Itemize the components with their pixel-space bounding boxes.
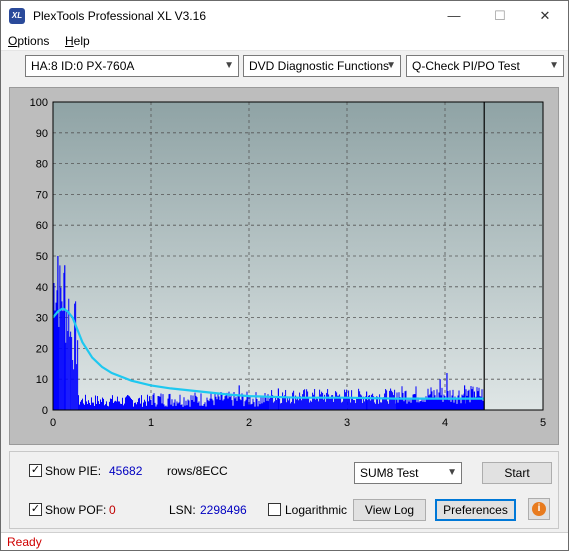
app-logo-icon: XL [9, 8, 25, 24]
x-tick-label: 4 [442, 417, 448, 429]
y-tick-label: 30 [36, 313, 48, 325]
view-log-button[interactable]: View Log [353, 499, 426, 521]
test-type-select[interactable]: Q-Check PI/PO Test ▼ [406, 55, 564, 77]
lsn-value: 2298496 [200, 503, 247, 517]
status-text: Ready [7, 535, 42, 549]
drive-select[interactable]: HA:8 ID:0 PX-760A ▼ [25, 55, 239, 77]
window-title: PlexTools Professional XL V3.16 [33, 9, 206, 23]
x-tick-label: 2 [246, 417, 252, 429]
close-icon[interactable]: ✕ [522, 1, 568, 31]
y-tick-label: 20 [36, 343, 48, 355]
maximize-icon[interactable]: ☐ [477, 1, 523, 31]
menu-help-label: elp [73, 34, 90, 48]
y-tick-label: 40 [36, 282, 48, 294]
menu-options-label: ptions [17, 34, 50, 48]
function-select-value: DVD Diagnostic Functions [249, 59, 390, 73]
minimize-icon[interactable]: — [431, 1, 477, 31]
y-tick-label: 0 [42, 405, 48, 417]
menu-options-accel: O [8, 34, 18, 48]
x-tick-label: 1 [148, 417, 154, 429]
pof-count-value: 0 [109, 503, 116, 517]
y-tick-label: 70 [36, 189, 48, 201]
rows-unit-label: rows/8ECC [167, 464, 228, 478]
show-pie-label: Show PIE: [45, 464, 102, 478]
y-tick-label: 90 [36, 128, 48, 140]
sum8-test-select-value: SUM8 Test [360, 466, 419, 480]
title-bar[interactable]: XL PlexTools Professional XL V3.16 — ☐ ✕ [1, 1, 568, 31]
preferences-button[interactable]: Preferences [435, 499, 516, 521]
start-button[interactable]: Start [482, 462, 552, 484]
y-tick-label: 60 [36, 220, 48, 232]
x-tick-label: 5 [540, 417, 546, 429]
info-icon: i [532, 502, 546, 516]
info-button[interactable]: i [528, 498, 550, 520]
menu-options[interactable]: Options [8, 34, 49, 48]
logarithmic-label: Logarithmic [285, 503, 348, 517]
show-pof-checkbox[interactable]: ✓ [29, 503, 42, 516]
controls-panel: ✓ Show PIE: 45682 rows/8ECC ✓ Show POF: … [9, 451, 559, 529]
drive-select-value: HA:8 ID:0 PX-760A [31, 59, 135, 73]
lsn-label: LSN: [169, 503, 196, 517]
app-window: XL PlexTools Professional XL V3.16 — ☐ ✕… [0, 0, 569, 551]
x-tick-label: 3 [344, 417, 350, 429]
test-type-select-value: Q-Check PI/PO Test [412, 59, 520, 73]
logarithmic-checkbox[interactable] [268, 503, 281, 516]
y-tick-label: 10 [36, 374, 48, 386]
show-pie-checkbox[interactable]: ✓ [29, 464, 42, 477]
chevron-down-icon: ▼ [549, 60, 559, 71]
x-tick-label: 0 [50, 417, 56, 429]
pi-po-chart: 0 10 20 30 40 50 60 70 80 90 100 0 1 2 3 4 5 [9, 87, 559, 445]
menu-help-accel: H [65, 34, 74, 48]
function-select[interactable]: DVD Diagnostic Functions ▼ [243, 55, 401, 77]
chevron-down-icon: ▼ [224, 60, 234, 71]
show-pof-label: Show POF: [45, 503, 107, 517]
pie-count-value: 45682 [109, 464, 143, 478]
menu-bar: Options Help [1, 31, 568, 51]
chevron-down-icon: ▼ [386, 60, 396, 71]
y-tick-label: 50 [36, 251, 48, 263]
sum8-test-select[interactable]: SUM8 Test ▼ [354, 462, 462, 484]
y-tick-label: 80 [36, 159, 48, 171]
menu-help[interactable]: Help [65, 34, 90, 48]
chevron-down-icon: ▼ [447, 467, 457, 478]
y-tick-label: 100 [30, 97, 48, 109]
chart-svg: 0 10 20 30 40 50 60 70 80 90 100 0 1 2 3 4 5 [30, 97, 546, 429]
status-bar: Ready [1, 532, 568, 550]
